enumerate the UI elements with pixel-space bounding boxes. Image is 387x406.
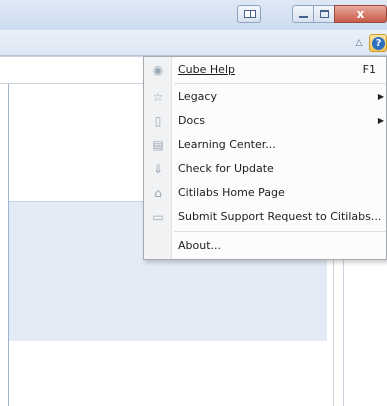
window-title-bar: x — [0, 0, 387, 30]
menu-item-label: Docs — [178, 114, 205, 127]
ribbon-bar: △ ? — [0, 30, 387, 56]
maximize-icon — [320, 10, 329, 18]
menu-item-label: Check for Update — [178, 162, 274, 175]
menu-item-about[interactable]: About... — [146, 234, 386, 258]
help-dropdown-menu: ◉ Cube Help F1 ☆ Legacy ▶ ▯ Docs ▶ ▤ Lea… — [143, 56, 387, 260]
menu-item-label: Cube Help — [178, 63, 235, 76]
collapse-ribbon-icon[interactable]: △ — [353, 37, 365, 49]
document-icon: ▯ — [154, 114, 162, 128]
close-button[interactable]: x — [334, 5, 387, 23]
menu-item-label: Legacy — [178, 90, 217, 103]
menu-item-docs[interactable]: ▯ Docs ▶ — [146, 109, 386, 133]
help-menu-button[interactable]: ? — [369, 34, 387, 52]
speech-bubble-icon: ▭ — [152, 210, 164, 224]
submenu-arrow-icon: ▶ — [377, 92, 384, 101]
window-switch-icon — [244, 10, 256, 18]
menu-item-check-for-update[interactable]: ⇓ Check for Update — [146, 157, 386, 181]
close-icon: x — [356, 7, 365, 21]
star-icon: ☆ — [152, 90, 164, 104]
minimize-icon — [299, 16, 308, 18]
menu-item-learning-center[interactable]: ▤ Learning Center... — [146, 133, 386, 157]
maximize-button[interactable] — [313, 5, 335, 23]
film-strip-icon: ▤ — [152, 138, 164, 152]
help-icon: ? — [372, 37, 385, 50]
menu-separator — [174, 83, 386, 84]
minimize-button[interactable] — [292, 5, 314, 23]
menu-item-shortcut: F1 — [362, 63, 376, 76]
menu-item-citilabs-home-page[interactable]: ⌂ Citilabs Home Page — [146, 181, 386, 205]
menu-separator — [174, 231, 386, 232]
menu-item-submit-support-request[interactable]: ▭ Submit Support Request to Citilabs... — [146, 205, 386, 229]
menu-item-legacy[interactable]: ☆ Legacy ▶ — [146, 85, 386, 109]
menu-item-label: About... — [178, 239, 222, 252]
download-arrow-icon: ⇓ — [152, 162, 164, 176]
help-circle-icon: ◉ — [152, 63, 164, 77]
menu-item-label: Citilabs Home Page — [178, 186, 285, 199]
menu-item-cube-help[interactable]: ◉ Cube Help F1 — [146, 58, 386, 82]
submenu-arrow-icon: ▶ — [377, 116, 384, 125]
home-icon: ⌂ — [154, 186, 162, 200]
menu-item-label: Learning Center... — [178, 138, 276, 151]
menu-item-label: Submit Support Request to Citilabs... — [178, 210, 382, 223]
switch-window-button[interactable] — [237, 5, 261, 23]
